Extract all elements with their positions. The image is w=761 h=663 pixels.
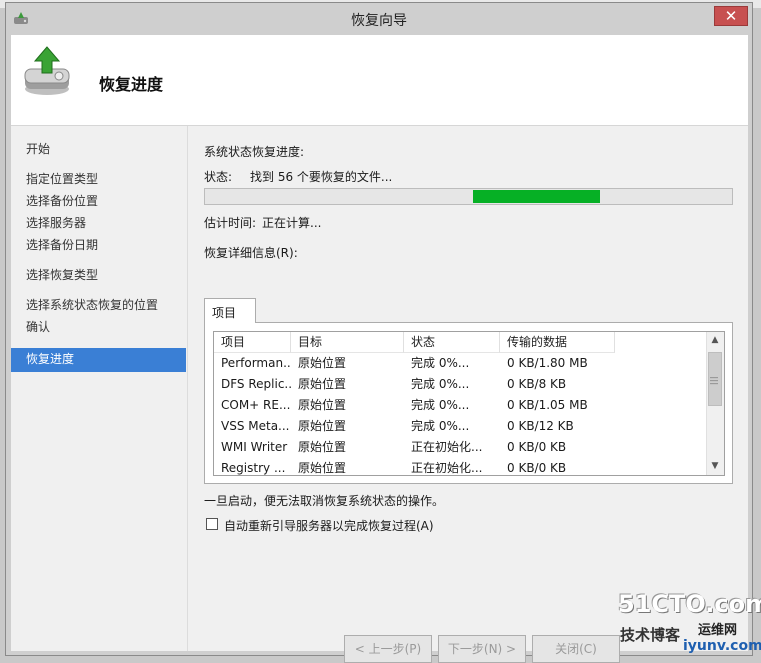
eta-value: 正在计算...	[262, 216, 322, 230]
nav-item-recovery-progress[interactable]: 恢复进度	[11, 348, 186, 372]
cell-status: 正在初始化...	[411, 461, 483, 475]
auto-restart-label[interactable]: 自动重新引导服务器以完成恢复过程(A)	[224, 517, 434, 534]
close-window-button[interactable]: ✕	[714, 6, 748, 26]
cell-status: 完成 0%...	[411, 377, 470, 391]
table-row[interactable]: DFS Replic... 原始位置 完成 0%... 0 KB/8 KB	[214, 374, 709, 395]
watermark-line4: iyunv.com	[683, 638, 761, 654]
back-button[interactable]: < 上一步(P)	[344, 635, 432, 663]
nav-item-confirm[interactable]: 确认	[11, 316, 186, 340]
nav-item-recovery-type[interactable]: 选择恢复类型	[11, 264, 186, 288]
eta-label: 估计时间:	[204, 216, 257, 230]
progress-heading: 系统状态恢复进度:	[204, 145, 305, 159]
auto-restart-checkbox[interactable]	[206, 518, 218, 530]
details-label: 恢复详细信息(R):	[204, 246, 298, 260]
cell-status: 完成 0%...	[411, 419, 470, 433]
scroll-grip-icon: ― ― ―	[710, 373, 718, 388]
table-row[interactable]: WMI Writer 原始位置 正在初始化... 0 KB/0 KB	[214, 437, 709, 458]
list-vertical-scrollbar[interactable]: ▲ ― ― ― ▼	[706, 332, 724, 475]
cell-transferred: 0 KB/1.05 MB	[507, 398, 588, 412]
table-row[interactable]: Performan... 原始位置 完成 0%... 0 KB/1.80 MB	[214, 353, 709, 374]
cell-item: VSS Meta...	[221, 419, 290, 433]
scroll-up-icon[interactable]: ▲	[707, 332, 723, 349]
next-button[interactable]: 下一步(N) >	[438, 635, 526, 663]
cell-item: Registry ...	[221, 461, 286, 475]
wizard-header: 恢复进度	[11, 35, 748, 126]
close-button[interactable]: 关闭(C)	[532, 635, 620, 663]
nav-item-state-location[interactable]: 选择系统状态恢复的位置	[11, 294, 186, 318]
cell-target: 原始位置	[298, 356, 347, 370]
nav-item-location-type[interactable]: 指定位置类型	[11, 168, 186, 192]
cell-status: 正在初始化...	[411, 440, 483, 454]
cell-item: DFS Replic...	[221, 377, 291, 391]
cell-target: 原始位置	[298, 419, 347, 433]
tab-items[interactable]: 项目	[204, 298, 256, 323]
cell-transferred: 0 KB/12 KB	[507, 419, 574, 433]
nav-item-select-server[interactable]: 选择服务器	[11, 212, 186, 236]
nav-item-backup-date[interactable]: 选择备份日期	[11, 234, 186, 258]
items-tab-panel: 项目 目标 状态 传输的数据 Performan... 原始位置 完成 0%..…	[204, 322, 733, 484]
restore-drive-icon	[24, 46, 70, 95]
nav-item-backup-location[interactable]: 选择备份位置	[11, 190, 186, 214]
wizard-steps-nav: 开始 指定位置类型 选择备份位置 选择服务器 选择备份日期 选择恢复类型 选择系…	[11, 126, 188, 651]
cell-transferred: 0 KB/0 KB	[507, 440, 567, 454]
cell-item: COM+ RE...	[221, 398, 291, 412]
cell-target: 原始位置	[298, 377, 347, 391]
column-header-transferred[interactable]: 传输的数据	[500, 332, 615, 353]
progress-marquee-fill	[473, 190, 600, 203]
cell-status: 完成 0%...	[411, 356, 470, 370]
recovery-items-list[interactable]: 项目 目标 状态 传输的数据 Performan... 原始位置 完成 0%..…	[213, 331, 725, 476]
progress-page: 系统状态恢复进度: 状态: 找到 56 个要恢复的文件... 估计时间: 正在计…	[188, 126, 748, 663]
status-label: 状态:	[204, 170, 233, 184]
cell-item: Performan...	[221, 356, 291, 370]
title-bar[interactable]: 恢复向导 ✕	[6, 3, 752, 33]
cell-target: 原始位置	[298, 440, 347, 454]
recovery-progress-bar	[204, 188, 733, 205]
nav-item-start[interactable]: 开始	[11, 138, 186, 162]
recovery-wizard-window: 恢复向导 ✕ 恢复进度 开始 指定位置类型 选择备份位置 选择服务器 选择备份日…	[5, 2, 753, 663]
column-header-status[interactable]: 状态	[404, 332, 500, 353]
watermark-line1: 51CTO.com	[618, 590, 761, 618]
cell-transferred: 0 KB/8 KB	[507, 377, 567, 391]
cell-transferred: 0 KB/1.80 MB	[507, 356, 588, 370]
column-header-item[interactable]: 项目	[214, 332, 291, 353]
cell-transferred: 0 KB/0 KB	[507, 461, 567, 475]
table-row[interactable]: Registry ... 原始位置 正在初始化... 0 KB/0 KB	[214, 458, 709, 475]
cell-status: 完成 0%...	[411, 398, 470, 412]
page-title: 恢复进度	[99, 75, 164, 94]
column-header-target[interactable]: 目标	[291, 332, 404, 353]
cell-target: 原始位置	[298, 461, 347, 475]
watermark-line2: 技术博客	[620, 626, 681, 644]
cancel-warning-text: 一旦启动，便无法取消恢复系统状态的操作。	[204, 494, 445, 508]
watermark-line3: 运维网	[698, 623, 738, 638]
table-row[interactable]: VSS Meta... 原始位置 完成 0%... 0 KB/12 KB	[214, 416, 709, 437]
window-title: 恢复向导	[351, 13, 407, 29]
cell-target: 原始位置	[298, 398, 347, 412]
status-value: 找到 56 个要恢复的文件...	[250, 170, 393, 184]
table-row[interactable]: COM+ RE... 原始位置 完成 0%... 0 KB/1.05 MB	[214, 395, 709, 416]
scroll-down-icon[interactable]: ▼	[707, 458, 723, 475]
wizard-client-area: 恢复进度 开始 指定位置类型 选择备份位置 选择服务器 选择备份日期 选择恢复类…	[11, 35, 748, 663]
cell-item: WMI Writer	[221, 440, 288, 454]
